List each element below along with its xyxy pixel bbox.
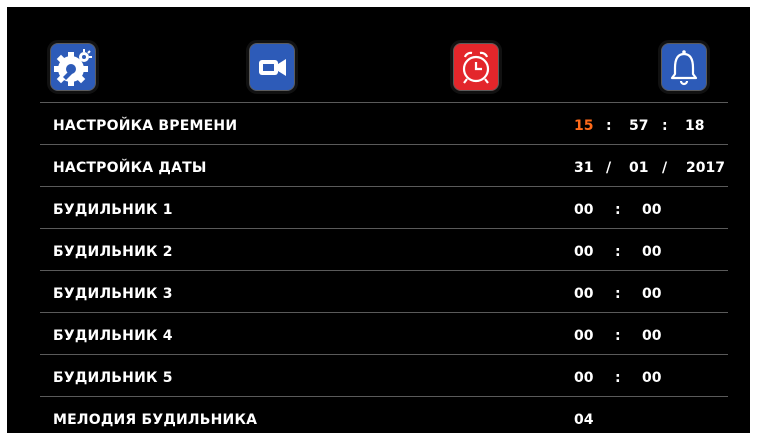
gear-tools-icon bbox=[54, 49, 92, 86]
date-year[interactable]: 2017 bbox=[686, 160, 725, 176]
alarm-separator: : bbox=[615, 244, 621, 260]
video-camera-icon bbox=[259, 59, 286, 76]
row-label: МЕЛОДИЯ БУДИЛЬНИКА bbox=[53, 412, 258, 428]
time-separator: : bbox=[606, 118, 612, 134]
settings-row-alarm-melody[interactable]: МЕЛОДИЯ БУДИЛЬНИКА 04 bbox=[40, 396, 728, 433]
alarm-minutes[interactable]: 00 bbox=[642, 202, 661, 218]
tab-alarm-clock[interactable] bbox=[450, 40, 502, 94]
alarm-hours[interactable]: 00 bbox=[574, 328, 593, 344]
settings-row-alarm-4[interactable]: БУДИЛЬНИК 4 00 : 00 bbox=[40, 312, 728, 354]
alarm-separator: : bbox=[615, 202, 621, 218]
date-separator: / bbox=[606, 160, 612, 176]
settings-row-alarm-3[interactable]: БУДИЛЬНИК 3 00 : 00 bbox=[40, 270, 728, 312]
alarm-hours[interactable]: 00 bbox=[574, 286, 593, 302]
row-label: БУДИЛЬНИК 3 bbox=[53, 286, 173, 302]
alarm-minutes[interactable]: 00 bbox=[642, 370, 661, 386]
time-hours[interactable]: 15 bbox=[574, 118, 593, 134]
alarm-clock-icon bbox=[462, 51, 490, 84]
tab-bar bbox=[7, 7, 750, 102]
alarm-hours[interactable]: 00 bbox=[574, 370, 593, 386]
settings-list: НАСТРОЙКА ВРЕМЕНИ 15 : 57 : 18 НАСТРОЙКА… bbox=[40, 102, 728, 433]
row-label: БУДИЛЬНИК 4 bbox=[53, 328, 173, 344]
row-label: НАСТРОЙКА ДАТЫ bbox=[53, 160, 207, 176]
alarm-minutes[interactable]: 00 bbox=[642, 244, 661, 260]
row-label: НАСТРОЙКА ВРЕМЕНИ bbox=[53, 118, 238, 134]
settings-row-date[interactable]: НАСТРОЙКА ДАТЫ 31 / 01 / 2017 bbox=[40, 144, 728, 186]
date-day[interactable]: 31 bbox=[574, 160, 593, 176]
tab-system-settings[interactable] bbox=[47, 40, 99, 94]
row-label: БУДИЛЬНИК 1 bbox=[53, 202, 173, 218]
date-month[interactable]: 01 bbox=[629, 160, 648, 176]
alarm-separator: : bbox=[615, 328, 621, 344]
time-separator: : bbox=[662, 118, 668, 134]
alarm-separator: : bbox=[615, 286, 621, 302]
melody-value[interactable]: 04 bbox=[574, 412, 593, 428]
date-separator: / bbox=[662, 160, 668, 176]
tab-bell[interactable] bbox=[658, 40, 710, 94]
alarm-minutes[interactable]: 00 bbox=[642, 286, 661, 302]
row-label: БУДИЛЬНИК 5 bbox=[53, 370, 173, 386]
settings-row-alarm-5[interactable]: БУДИЛЬНИК 5 00 : 00 bbox=[40, 354, 728, 396]
time-seconds[interactable]: 18 bbox=[685, 118, 704, 134]
settings-row-alarm-2[interactable]: БУДИЛЬНИК 2 00 : 00 bbox=[40, 228, 728, 270]
bell-icon bbox=[670, 50, 698, 86]
alarm-separator: : bbox=[615, 370, 621, 386]
alarm-hours[interactable]: 00 bbox=[574, 202, 593, 218]
alarm-hours[interactable]: 00 bbox=[574, 244, 593, 260]
alarm-minutes[interactable]: 00 bbox=[642, 328, 661, 344]
time-minutes[interactable]: 57 bbox=[629, 118, 648, 134]
tab-camera[interactable] bbox=[246, 40, 298, 94]
alarm-settings-screen: НАСТРОЙКА ВРЕМЕНИ 15 : 57 : 18 НАСТРОЙКА… bbox=[7, 7, 750, 433]
settings-row-time[interactable]: НАСТРОЙКА ВРЕМЕНИ 15 : 57 : 18 bbox=[40, 102, 728, 144]
settings-row-alarm-1[interactable]: БУДИЛЬНИК 1 00 : 00 bbox=[40, 186, 728, 228]
row-label: БУДИЛЬНИК 2 bbox=[53, 244, 173, 260]
